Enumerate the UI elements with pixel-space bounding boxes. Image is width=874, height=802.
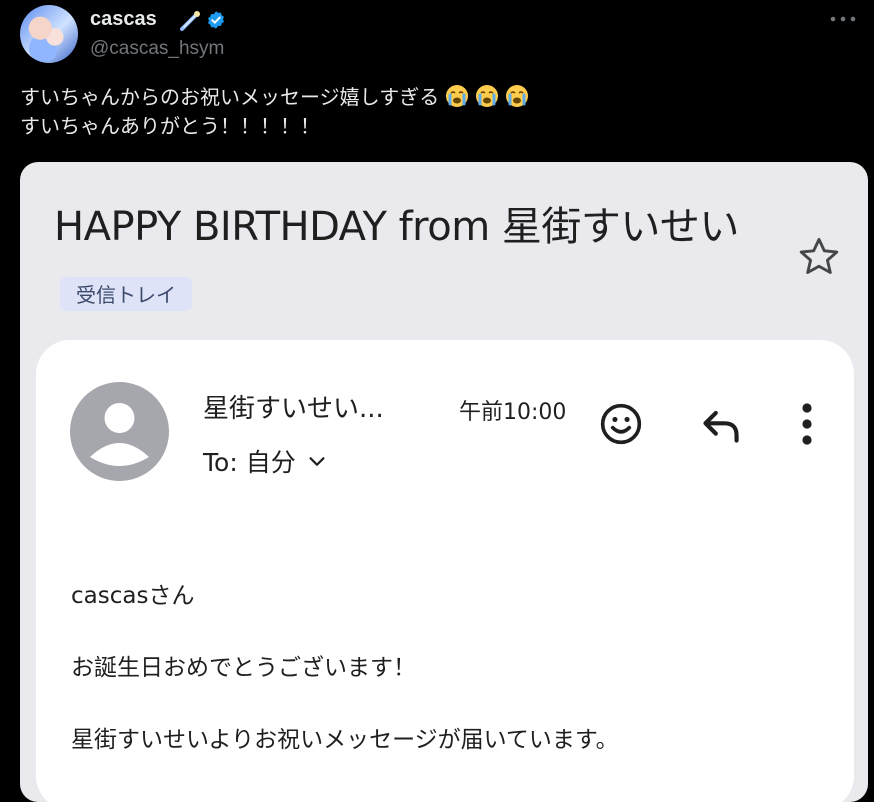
email-greeting: cascasさん xyxy=(71,583,195,609)
email-message: 星街すいせい... 午前10:00 To: 自分 cascasさん お誕生日おめ… xyxy=(36,340,854,802)
tweet-line-1-text: すいちゃんからのお祝いメッセージ嬉しすぎる xyxy=(20,85,440,109)
inbox-label-chip[interactable]: 受信トレイ xyxy=(60,277,192,311)
recipient-text: To: 自分 xyxy=(203,448,296,477)
display-name[interactable]: cascas xyxy=(90,8,157,31)
sender-avatar[interactable] xyxy=(70,382,169,481)
star-icon[interactable] xyxy=(796,234,842,280)
chevron-down-icon[interactable] xyxy=(306,451,328,473)
reply-icon[interactable] xyxy=(700,406,742,444)
crying-face-icon xyxy=(476,85,499,107)
recipient-row[interactable]: To: 自分 xyxy=(203,443,328,479)
more-horizontal-icon[interactable] xyxy=(828,9,858,29)
crying-face-icon xyxy=(446,85,469,107)
emoji-reaction-icon[interactable] xyxy=(599,402,643,446)
more-vertical-icon[interactable] xyxy=(796,402,818,446)
email-subject-text: HAPPY BIRTHDAY from 星街すいせい xyxy=(54,204,739,250)
email-paragraph: 星街すいせいよりお祝いメッセージが届いています。 xyxy=(71,727,619,753)
crying-face-icon xyxy=(506,85,529,107)
email-subject: HAPPY BIRTHDAY from 星街すいせい 受信トレイ xyxy=(54,192,754,334)
email-screenshot-card[interactable]: HAPPY BIRTHDAY from 星街すいせい 受信トレイ 星街すいせい.… xyxy=(20,162,868,802)
sender-name[interactable]: 星街すいせい... xyxy=(203,388,384,425)
verified-badge-icon xyxy=(208,11,224,29)
email-paragraph: お誕生日おめでとうございます！ xyxy=(71,655,416,681)
person-icon xyxy=(90,403,149,466)
tweet-line-2: すいちゃんありがとう！！！！！ xyxy=(20,114,320,138)
comet-icon xyxy=(180,11,200,31)
tweet-header: cascas @cascas_hsym xyxy=(20,5,860,67)
email-body: cascasさん お誕生日おめでとうございます！ 星街すいせいよりお祝いメッセー… xyxy=(71,580,811,796)
user-handle[interactable]: @cascas_hsym xyxy=(90,38,224,60)
user-avatar[interactable] xyxy=(20,5,78,63)
tweet-line-1: すいちゃんからのお祝いメッセージ嬉しすぎる xyxy=(20,83,840,112)
tweet-body: すいちゃんからのお祝いメッセージ嬉しすぎる すいちゃんありがとう！！！！！ xyxy=(20,83,840,141)
email-time: 午前10:00 xyxy=(459,400,567,425)
